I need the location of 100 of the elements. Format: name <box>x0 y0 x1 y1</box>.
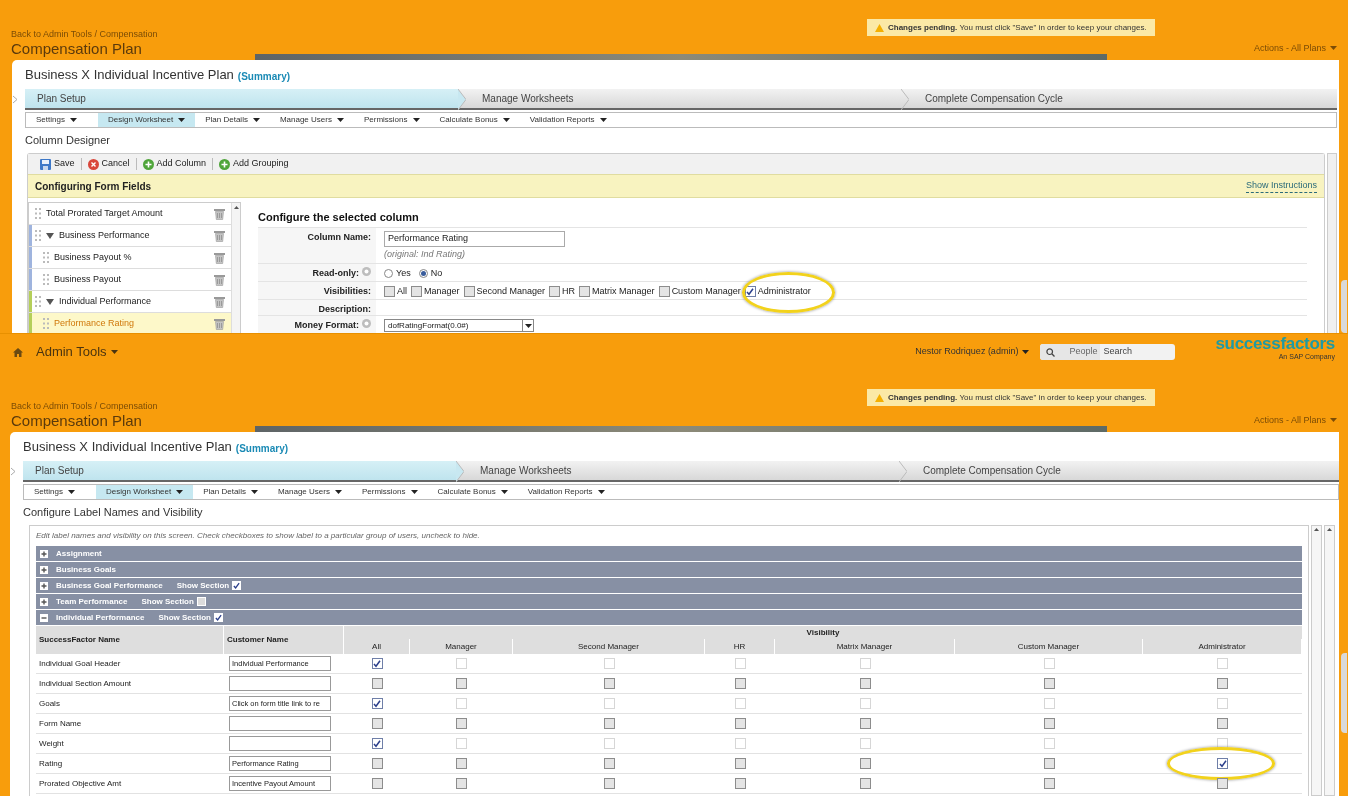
input-field[interactable] <box>229 676 331 691</box>
help-icon[interactable] <box>362 267 371 276</box>
scrollbar[interactable] <box>1341 653 1347 733</box>
checkbox[interactable] <box>658 286 670 298</box>
checkbox[interactable] <box>1217 758 1228 769</box>
checkbox-option[interactable]: HR <box>549 285 576 299</box>
subtab[interactable]: Calculate Bonus <box>429 113 520 127</box>
trash-icon[interactable] <box>214 273 225 286</box>
checkbox[interactable] <box>456 758 467 769</box>
trash-icon[interactable] <box>214 295 225 308</box>
checkbox[interactable] <box>384 286 395 298</box>
checkbox-option[interactable]: All <box>384 285 407 299</box>
subtab[interactable]: Validation Reports <box>519 113 620 127</box>
checkbox[interactable] <box>1043 778 1055 789</box>
checkbox-option[interactable]: Manager <box>411 285 460 299</box>
drag-handle-icon[interactable] <box>43 318 49 329</box>
toolbar-button[interactable]: Save <box>40 157 75 171</box>
checkbox[interactable] <box>1043 718 1055 729</box>
scrollbar[interactable] <box>1341 280 1347 333</box>
expand-triangle-icon[interactable] <box>46 298 54 305</box>
checkbox[interactable] <box>859 778 871 789</box>
subtab[interactable]: Permissions <box>353 113 430 127</box>
checkbox-option[interactable]: Custom Manager <box>658 285 741 299</box>
checkbox[interactable] <box>1217 678 1228 689</box>
checkbox[interactable] <box>371 658 383 669</box>
checkbox-option[interactable]: Second Manager <box>463 285 546 299</box>
step-tab[interactable]: Complete Compensation Cycle <box>907 461 1339 480</box>
checkbox[interactable] <box>411 286 422 298</box>
toolbar-button[interactable]: Add Grouping <box>219 157 289 171</box>
dropdown[interactable]: dofRatingFormat(0.0#) <box>384 319 534 332</box>
search-input[interactable]: Search <box>1100 345 1176 359</box>
scrollbar[interactable] <box>231 203 240 333</box>
checkbox[interactable] <box>1217 778 1228 789</box>
subtab[interactable]: Manage Users <box>269 113 354 127</box>
toolbar-button[interactable]: Add Column <box>142 157 207 171</box>
home-icon[interactable] <box>13 347 23 357</box>
actions-menu[interactable]: Actions - All Plans <box>1253 413 1337 432</box>
help-icon[interactable] <box>362 319 371 328</box>
step-tab[interactable]: Manage Worksheets <box>466 89 901 108</box>
subtab[interactable]: Manage Users <box>267 485 352 499</box>
checkbox[interactable] <box>1043 758 1055 769</box>
subtab[interactable]: Calculate Bonus <box>427 485 518 499</box>
search-field[interactable]: People Search <box>1040 344 1176 360</box>
drag-handle-icon[interactable] <box>35 208 41 219</box>
checkbox[interactable] <box>456 678 467 689</box>
checkbox[interactable] <box>456 718 467 729</box>
radio-option[interactable]: Yes <box>384 267 411 281</box>
checkbox[interactable] <box>463 286 475 298</box>
field-list-item[interactable]: Total Prorated Target Amount <box>29 203 231 225</box>
radio-button[interactable] <box>418 269 428 279</box>
drag-handle-icon[interactable] <box>43 252 49 263</box>
instructions-link[interactable]: Show Instructions <box>1245 178 1317 194</box>
subtab[interactable]: Design Worksheet <box>96 485 194 499</box>
checkbox[interactable] <box>549 286 561 298</box>
trash-icon[interactable] <box>214 317 225 330</box>
expand-triangle-icon[interactable] <box>46 232 54 239</box>
field-list-item[interactable]: Business Payout % <box>29 247 231 269</box>
search-icon[interactable] <box>1046 347 1056 357</box>
input-field[interactable] <box>229 716 331 731</box>
input-field[interactable]: Performance Rating <box>384 231 565 247</box>
subtab[interactable]: Permissions <box>351 485 428 499</box>
admin-tools-menu[interactable]: Admin Tools <box>36 342 118 362</box>
drag-handle-icon[interactable] <box>35 230 41 241</box>
subtab[interactable]: Settings <box>24 485 96 499</box>
step-tab[interactable]: Complete Compensation Cycle <box>909 89 1337 108</box>
checkbox[interactable] <box>603 758 615 769</box>
checkbox[interactable] <box>579 286 591 298</box>
step-tab[interactable]: Manage Worksheets <box>464 461 899 480</box>
subtab[interactable]: Settings <box>26 113 98 127</box>
checkbox[interactable] <box>603 718 615 729</box>
summary-link[interactable]: (Summary) <box>237 69 291 84</box>
scroll-up-icon[interactable] <box>1314 528 1319 531</box>
drag-handle-icon[interactable] <box>35 296 41 307</box>
expand-chevron-icon[interactable] <box>12 95 18 104</box>
checkbox[interactable] <box>859 758 871 769</box>
expand-toggle-icon[interactable] <box>40 565 48 574</box>
checkbox[interactable] <box>456 778 467 789</box>
breadcrumb-link[interactable]: Back to Admin Tools / Compensation <box>11 29 158 40</box>
checkbox[interactable] <box>859 678 871 689</box>
subtab[interactable]: Validation Reports <box>517 485 618 499</box>
scrollbar[interactable] <box>1311 525 1322 796</box>
expand-toggle-icon[interactable] <box>40 581 48 590</box>
checkbox[interactable] <box>859 718 871 729</box>
user-menu[interactable]: Nestor Rodriquez (admin) <box>915 345 1030 359</box>
checkbox[interactable] <box>371 718 383 729</box>
scrollbar[interactable] <box>1324 525 1335 796</box>
expand-toggle-icon[interactable] <box>40 549 48 558</box>
drag-handle-icon[interactable] <box>43 274 49 285</box>
trash-icon[interactable] <box>214 229 225 242</box>
checkbox[interactable] <box>371 778 383 789</box>
checkbox[interactable] <box>603 678 615 689</box>
checkbox[interactable] <box>734 758 746 769</box>
expand-chevron-icon[interactable] <box>10 467 16 476</box>
breadcrumb-link[interactable]: Back to Admin Tools / Compensation <box>11 401 158 412</box>
checkbox-option[interactable]: Matrix Manager <box>579 285 655 299</box>
checkbox[interactable] <box>734 678 746 689</box>
input-field[interactable] <box>229 736 331 751</box>
expand-toggle-icon[interactable] <box>40 597 48 606</box>
checkbox[interactable] <box>734 718 746 729</box>
trash-icon[interactable] <box>214 207 225 220</box>
